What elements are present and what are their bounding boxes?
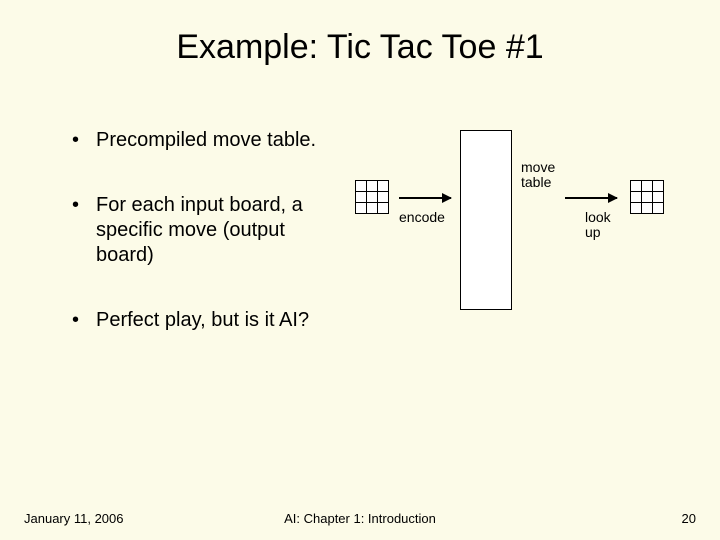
bullet-list: Precompiled move table. For each input b… — [72, 128, 332, 373]
bullet-text: Precompiled move table. — [96, 129, 316, 151]
bullet-item: For each input board, a specific move (o… — [72, 193, 332, 268]
bullet-item: Precompiled move table. — [72, 128, 332, 153]
footer-page: 20 — [682, 511, 696, 526]
slide: Example: Tic Tac Toe #1 Precompiled move… — [0, 0, 720, 540]
arrow-icon — [565, 197, 617, 198]
bullet-text: For each input board, a specific move (o… — [96, 194, 303, 266]
output-board-icon — [630, 180, 666, 216]
lookup-label: look up — [585, 210, 611, 241]
slide-title: Example: Tic Tac Toe #1 — [0, 28, 720, 67]
input-board-icon — [355, 180, 391, 216]
bullet-text: Perfect play, but is it AI? — [96, 309, 309, 331]
arrow-icon — [399, 197, 451, 198]
encode-label: encode — [399, 210, 445, 225]
bullet-item: Perfect play, but is it AI? — [72, 308, 332, 333]
lookup-label-line2: up — [585, 224, 601, 240]
move-table-icon — [460, 130, 512, 310]
diagram: encode move table look up — [355, 130, 705, 330]
footer-center: AI: Chapter 1: Introduction — [24, 511, 696, 526]
lookup-label-line1: look — [585, 209, 611, 225]
move-table-label: move table — [521, 160, 555, 191]
move-table-label-line2: table — [521, 174, 551, 190]
move-table-label-line1: move — [521, 159, 555, 175]
